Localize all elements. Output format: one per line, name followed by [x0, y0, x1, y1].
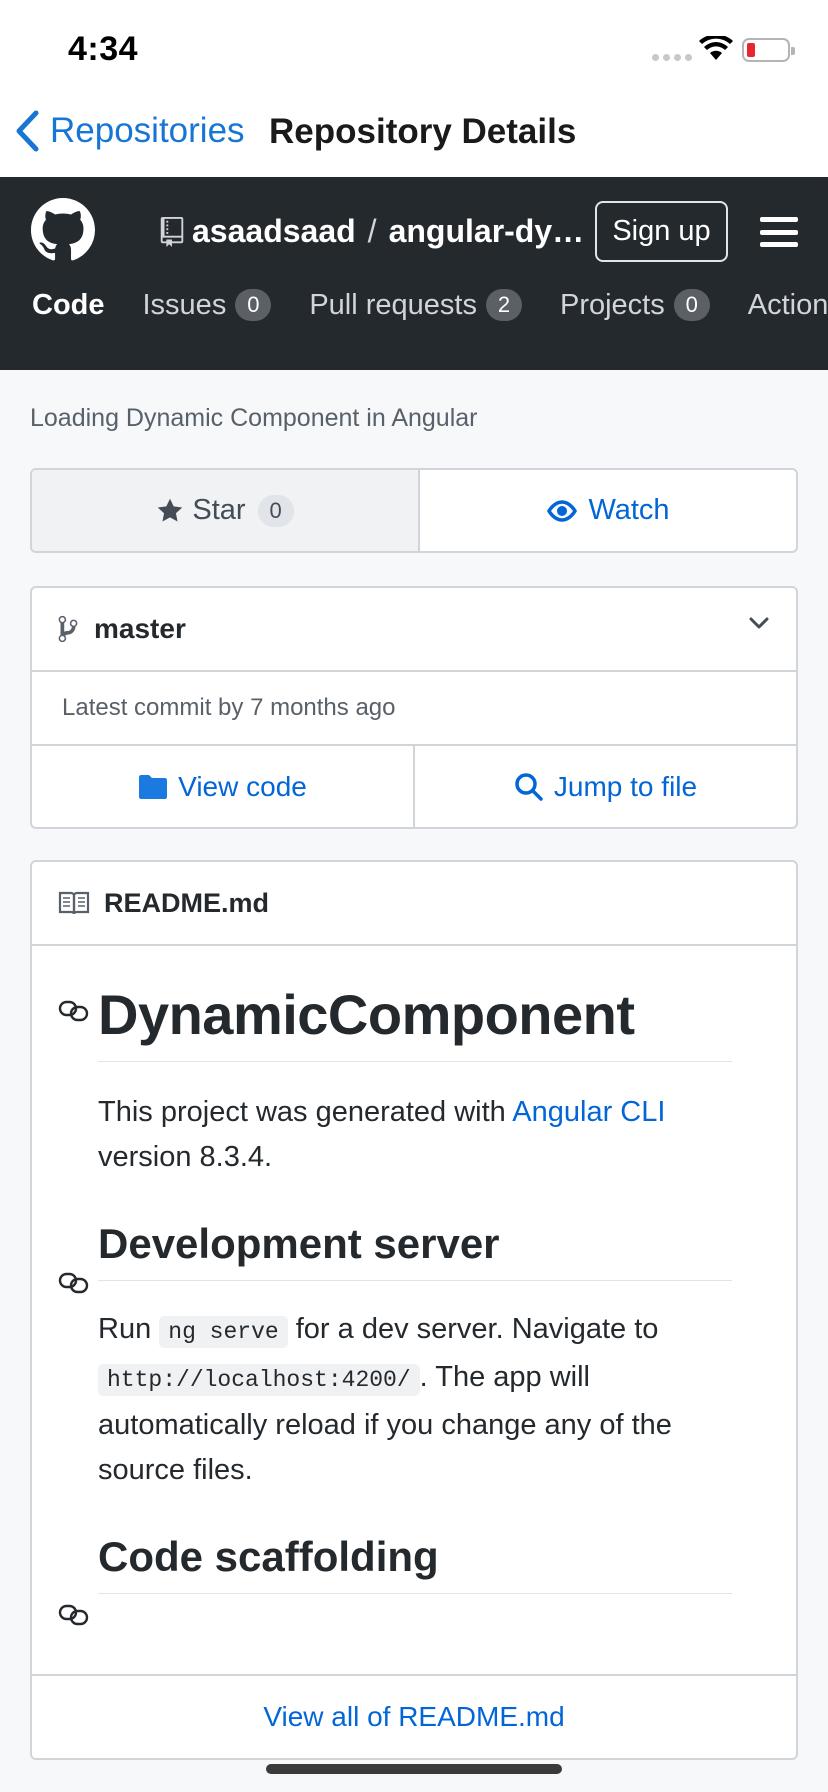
star-button[interactable]: Star 0	[32, 470, 420, 551]
github-logo-icon[interactable]	[31, 198, 95, 262]
repo-separator: /	[367, 213, 377, 249]
status-bar: 4:34	[0, 0, 828, 96]
readme-intro-paragraph: This project was generated with Angular …	[98, 1090, 732, 1180]
tab-issues[interactable]: Issues 0	[143, 275, 272, 335]
link-icon[interactable]	[58, 1272, 90, 1294]
back-button[interactable]: Repositories	[14, 110, 245, 152]
sign-up-button[interactable]: Sign up	[595, 201, 728, 262]
view-all-readme-link[interactable]: View all of README.md	[32, 1674, 796, 1758]
tab-code[interactable]: Code	[32, 275, 105, 335]
tab-pull-requests[interactable]: Pull requests 2	[309, 275, 522, 335]
readme-heading-code-scaffolding: Code scaffolding	[98, 1533, 732, 1594]
tab-projects[interactable]: Projects 0	[560, 275, 710, 335]
repo-description: Loading Dynamic Component in Angular	[30, 404, 478, 432]
jump-to-file-button[interactable]: Jump to file	[413, 746, 796, 827]
jump-to-file-label: Jump to file	[553, 770, 698, 802]
dev-run-text: Run	[98, 1313, 160, 1345]
readme-panel: README.md DynamicComponent This project …	[30, 860, 798, 1760]
angular-cli-link[interactable]: Angular CLI	[512, 1096, 665, 1128]
tab-actions[interactable]: Action	[748, 275, 828, 335]
back-label: Repositories	[50, 111, 245, 150]
tab-label: Action	[747, 288, 828, 321]
tab-label: Code	[32, 288, 105, 321]
tab-label: Pull requests	[309, 288, 477, 321]
battery-icon	[742, 38, 795, 62]
latest-commit: Latest commit by 7 months ago	[32, 672, 796, 746]
star-count-badge: 0	[257, 494, 294, 527]
view-code-label: View code	[178, 770, 307, 802]
menu-icon[interactable]	[760, 217, 798, 247]
view-code-button[interactable]: View code	[32, 746, 413, 827]
page-title: Repository Details	[269, 112, 577, 151]
intro-tail: version 8.3.4.	[98, 1141, 273, 1173]
navigation-bar: Repositories Repository Details	[0, 96, 828, 177]
star-watch-group: Star 0 Watch	[30, 468, 798, 553]
intro-text: This project was generated with	[98, 1096, 513, 1128]
book-icon	[58, 891, 90, 915]
branch-panel: master Latest commit by 7 months ago Vie…	[30, 586, 798, 829]
repo-path[interactable]: asaadsaad / angular-dy…	[160, 213, 584, 250]
dev-mid-text: for a dev server. Navigate to	[287, 1313, 659, 1345]
repo-tabs: Code Issues 0 Pull requests 2 Projects 0…	[32, 275, 828, 335]
folder-icon	[139, 774, 168, 799]
tab-label: Projects	[559, 288, 665, 321]
wifi-icon	[699, 36, 733, 60]
projects-count-badge: 0	[673, 289, 710, 321]
home-indicator	[266, 1764, 562, 1774]
chevron-left-icon	[16, 110, 39, 152]
eye-icon	[547, 499, 578, 522]
cellular-signal-icon	[652, 54, 692, 61]
inline-code-localhost-url: http://localhost:4200/	[98, 1364, 420, 1396]
readme-dev-paragraph: Run ng serve for a dev server. Navigate …	[98, 1307, 732, 1493]
chevron-down-icon	[749, 617, 769, 629]
github-header: asaadsaad / angular-dy… Sign up Code Iss…	[0, 177, 828, 370]
readme-header: README.md	[32, 862, 796, 946]
star-label: Star	[192, 494, 246, 526]
link-icon[interactable]	[58, 1000, 90, 1022]
link-icon[interactable]	[58, 1604, 90, 1626]
status-time: 4:34	[68, 30, 139, 68]
watch-button[interactable]: Watch	[420, 470, 796, 551]
search-icon	[515, 772, 543, 801]
inline-code-ng-serve: ng serve	[159, 1316, 288, 1348]
repo-icon	[160, 216, 184, 247]
branch-selector[interactable]: master	[32, 588, 796, 672]
pull-requests-count-badge: 2	[485, 289, 522, 321]
readme-content: DynamicComponent This project was genera…	[32, 946, 796, 1626]
star-icon	[158, 498, 183, 521]
tab-label: Issues	[142, 288, 227, 321]
branch-name: master	[94, 613, 186, 644]
branch-icon	[58, 615, 78, 643]
readme-heading-1: DynamicComponent	[98, 946, 732, 1062]
repo-owner[interactable]: asaadsaad	[192, 213, 356, 250]
code-actions: View code Jump to file	[32, 746, 796, 827]
readme-filename: README.md	[104, 887, 270, 918]
readme-heading-development-server: Development server	[98, 1220, 732, 1281]
watch-label: Watch	[588, 494, 670, 526]
issues-count-badge: 0	[235, 289, 272, 321]
repo-name[interactable]: angular-dy…	[389, 213, 585, 250]
